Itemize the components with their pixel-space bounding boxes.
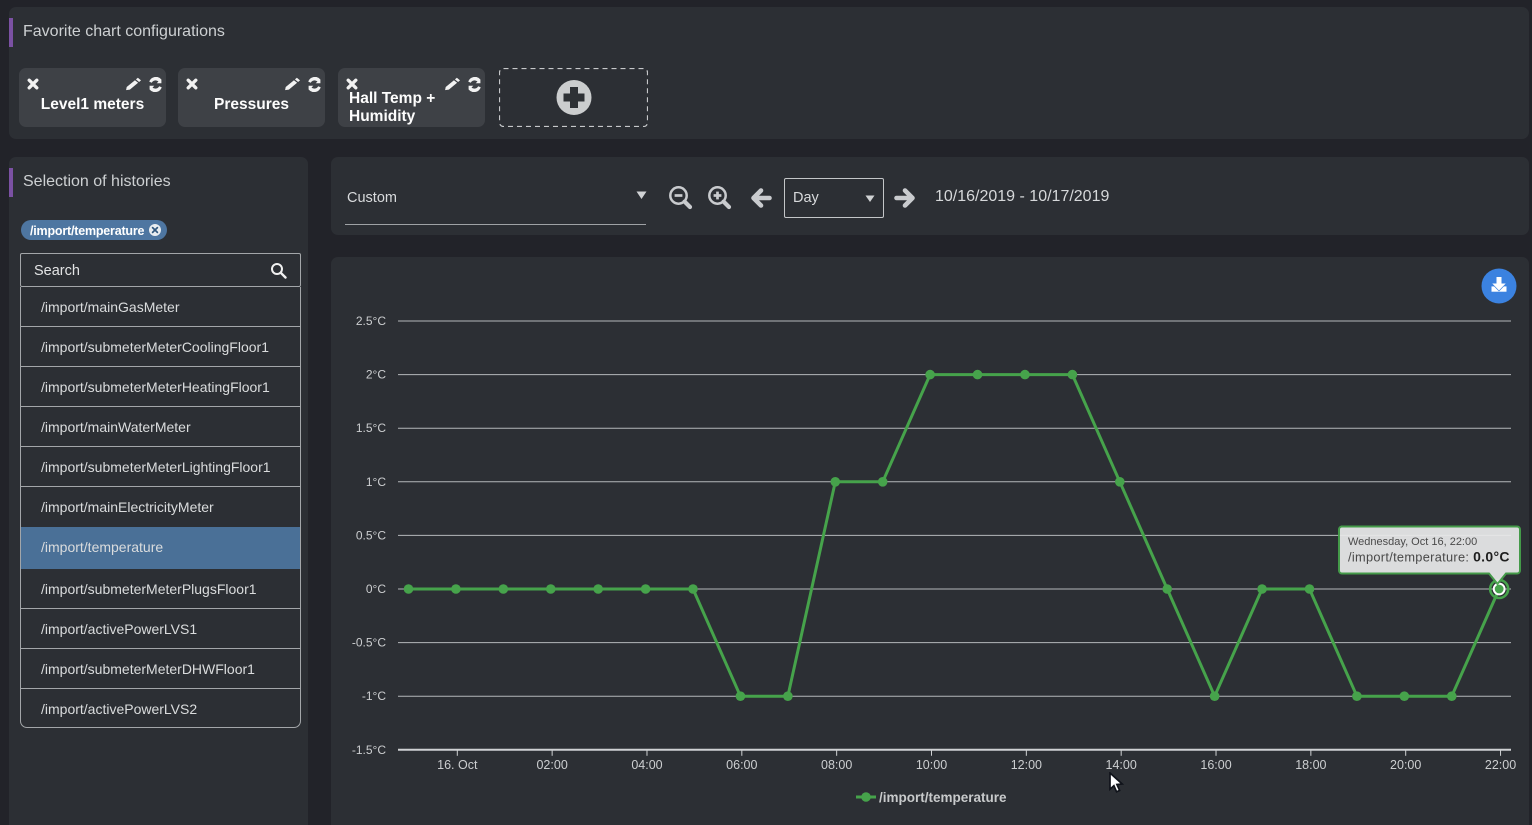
svg-text:-0.5°C: -0.5°C bbox=[352, 636, 386, 650]
svg-text:22:00: 22:00 bbox=[1485, 758, 1516, 772]
svg-text:2.5°C: 2.5°C bbox=[356, 314, 386, 328]
svg-text:-1°C: -1°C bbox=[362, 689, 386, 703]
svg-text:/import/temperature: /import/temperature bbox=[879, 790, 1007, 805]
svg-text:08:00: 08:00 bbox=[821, 758, 852, 772]
svg-text:0.5°C: 0.5°C bbox=[356, 528, 386, 542]
svg-text:02:00: 02:00 bbox=[536, 758, 567, 772]
svg-text:18:00: 18:00 bbox=[1295, 758, 1326, 772]
svg-text:1.5°C: 1.5°C bbox=[356, 421, 386, 435]
svg-text:14:00: 14:00 bbox=[1106, 758, 1137, 772]
svg-text:1°C: 1°C bbox=[366, 475, 386, 489]
svg-text:04:00: 04:00 bbox=[631, 758, 662, 772]
svg-text:16. Oct: 16. Oct bbox=[437, 758, 478, 772]
svg-text:-1.5°C: -1.5°C bbox=[352, 743, 386, 757]
svg-text:10:00: 10:00 bbox=[916, 758, 947, 772]
svg-text:16:00: 16:00 bbox=[1200, 758, 1231, 772]
svg-text:12:00: 12:00 bbox=[1011, 758, 1042, 772]
svg-text:0°C: 0°C bbox=[366, 582, 386, 596]
svg-text:Wednesday, Oct 16, 22:00: Wednesday, Oct 16, 22:00 bbox=[1348, 536, 1477, 548]
svg-text:06:00: 06:00 bbox=[726, 758, 757, 772]
svg-text:2°C: 2°C bbox=[366, 368, 386, 382]
svg-text:/import/temperature: 0.0°C: /import/temperature: 0.0°C bbox=[1348, 549, 1510, 565]
svg-text:20:00: 20:00 bbox=[1390, 758, 1421, 772]
